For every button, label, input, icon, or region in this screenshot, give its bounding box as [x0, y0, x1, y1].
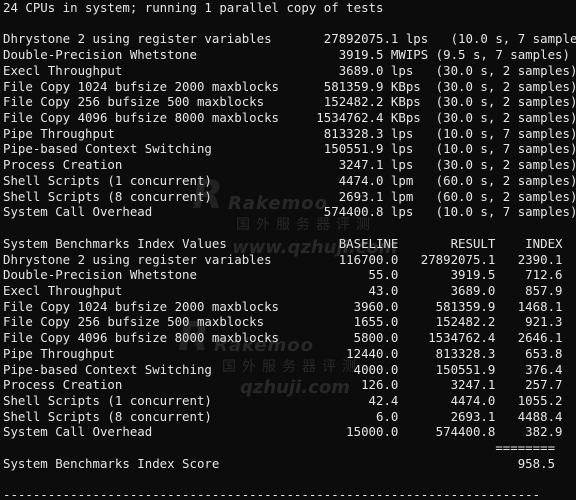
index-row: Shell Scripts (1 concurrent) 42.4 4474.0… — [3, 393, 563, 408]
result-row: File Copy 256 bufsize 500 maxblocks 1524… — [3, 94, 576, 110]
result-row: File Copy 1024 bufsize 2000 maxblocks 58… — [3, 78, 576, 94]
result-row: Pipe-based Context Switching 150551.9 lp… — [3, 141, 576, 157]
result-row: Pipe Throughput 813328.3 lps (10.0 s, 7 … — [3, 125, 576, 141]
index-score-line: System Benchmarks Index Score 958.5 — [3, 455, 556, 471]
index-table-header: System Benchmarks Index Values BASELINE … — [3, 235, 563, 251]
watermark-cn: 国外服务器评测 — [236, 217, 376, 233]
index-row: Execl Throughput 43.0 3689.0 857.9 — [3, 282, 563, 298]
index-row: File Copy 1024 bufsize 2000 maxblocks 39… — [3, 298, 563, 314]
result-row: Dhrystone 2 using register variables 278… — [3, 31, 576, 47]
result-row: Execl Throughput 3689.0 lps (30.0 s, 2 s… — [3, 62, 576, 78]
index-row: File Copy 4096 bufsize 8000 maxblocks 58… — [3, 330, 563, 346]
cpu-count-line: 24 CPUs in system; running 1 parallel co… — [3, 0, 384, 15]
index-row: Pipe Throughput 12440.0 813328.3 653.8 — [3, 345, 563, 361]
terminal-window[interactable]: 24 CPUs in system; running 1 parallel co… — [0, 0, 576, 500]
index-row: Shell Scripts (8 concurrent) 6.0 2693.1 … — [3, 408, 563, 424]
bottom-rule: ----------------------------------------… — [3, 487, 541, 500]
index-row: Pipe-based Context Switching 4000.0 1505… — [3, 361, 563, 377]
result-row: Shell Scripts (1 concurrent) 4474.0 lpm … — [3, 172, 576, 188]
result-row: File Copy 4096 bufsize 8000 maxblocks 15… — [3, 110, 576, 126]
index-row: File Copy 256 bufsize 500 maxblocks 1655… — [3, 314, 563, 330]
result-row: Shell Scripts (8 concurrent) 2693.1 lpm … — [3, 188, 576, 204]
result-row: Double-Precision Whetstone 3919.5 MWIPS … — [3, 47, 570, 63]
index-row: Process Creation 126.0 3247.1 257.7 — [3, 377, 563, 393]
index-row: Dhrystone 2 using register variables 116… — [3, 251, 563, 267]
index-row: Double-Precision Whetstone 55.0 3919.5 7… — [3, 267, 563, 283]
result-row: Process Creation 3247.1 lps (30.0 s, 2 s… — [3, 157, 576, 173]
result-row: System Call Overhead 574400.8 lps (10.0 … — [3, 204, 576, 220]
index-row: System Call Overhead 15000.0 574400.8 38… — [3, 424, 563, 440]
score-separator: ======== — [3, 440, 556, 456]
